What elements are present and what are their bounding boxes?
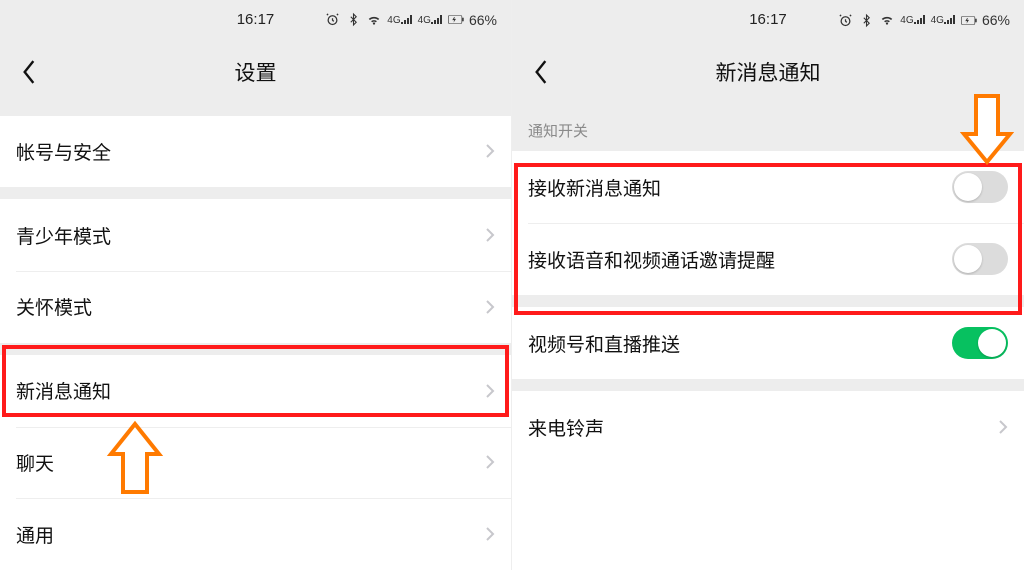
row-label: 来电铃声 [528,414,604,441]
chevron-right-icon [485,526,495,542]
signal-4g-1: 4G [900,14,925,26]
bluetooth-icon [345,12,361,28]
back-button[interactable] [12,55,46,89]
wifi-icon [879,12,895,28]
row-chat[interactable]: 聊天 [0,427,511,499]
battery-percent: 66% [982,12,1010,28]
toggle-channels-live-push[interactable] [952,327,1008,359]
nav-header: 新消息通知 [512,40,1024,104]
row-label: 青少年模式 [16,222,111,249]
row-label: 接收新消息通知 [528,174,661,201]
section-gap [0,104,511,116]
nav-header: 设置 [0,40,511,104]
row-receive-voice-video[interactable]: 接收语音和视频通话邀请提醒 [512,223,1024,295]
section-gap [0,187,511,199]
page-title: 新消息通知 [512,57,1024,87]
toggle-receive-new-msg[interactable] [952,171,1008,203]
status-bar: 16:17 4G 4G 66% [0,0,511,40]
battery-percent: 66% [469,12,497,28]
section-gap [512,295,1024,307]
section-header: 通知开关 [512,104,1024,151]
signal-4g-2: 4G [931,14,956,26]
status-right: 4G 4G 66% [256,12,498,28]
row-general[interactable]: 通用 [0,498,511,570]
row-care-mode[interactable]: 关怀模式 [0,271,511,343]
alarm-icon [837,12,853,28]
back-button[interactable] [524,55,558,89]
chevron-right-icon [485,383,495,399]
new-msg-notify-pane: 16:17 4G 4G 66% 新消息通知 通知开关 接收新消息通知 [512,0,1024,570]
row-label: 接收语音和视频通话邀请提醒 [528,246,775,273]
row-new-msg-notify[interactable]: 新消息通知 [0,355,511,427]
page-title: 设置 [0,57,511,87]
chevron-left-icon [533,59,549,85]
section-gap [0,343,511,355]
chevron-right-icon [485,227,495,243]
signal-4g-2: 4G [418,14,443,26]
row-receive-new-msg[interactable]: 接收新消息通知 [512,151,1024,223]
section-gap [512,379,1024,391]
chevron-right-icon [485,143,495,159]
row-label: 视频号和直播推送 [528,330,680,357]
toggle-receive-voice-video[interactable] [952,243,1008,275]
settings-pane: 16:17 4G 4G 66% 设置 帐号与安全 青少年 [0,0,512,570]
row-account-security[interactable]: 帐号与安全 [0,116,511,188]
alarm-icon [324,12,340,28]
row-youth-mode[interactable]: 青少年模式 [0,199,511,271]
row-label: 关怀模式 [16,293,92,320]
signal-4g-1: 4G [387,14,412,26]
row-label: 帐号与安全 [16,138,111,165]
status-right: 4G 4G 66% [768,12,1010,28]
chevron-left-icon [21,59,37,85]
status-bar: 16:17 4G 4G 66% [512,0,1024,40]
battery-icon [448,12,464,28]
row-label: 聊天 [16,449,54,476]
chevron-right-icon [485,299,495,315]
bluetooth-icon [858,12,874,28]
row-channels-live-push[interactable]: 视频号和直播推送 [512,307,1024,379]
row-label: 新消息通知 [16,377,111,404]
wifi-icon [366,12,382,28]
chevron-right-icon [485,454,495,470]
row-ringtone[interactable]: 来电铃声 [512,391,1024,463]
row-label: 通用 [16,521,54,548]
battery-icon [961,12,977,28]
chevron-right-icon [998,419,1008,435]
